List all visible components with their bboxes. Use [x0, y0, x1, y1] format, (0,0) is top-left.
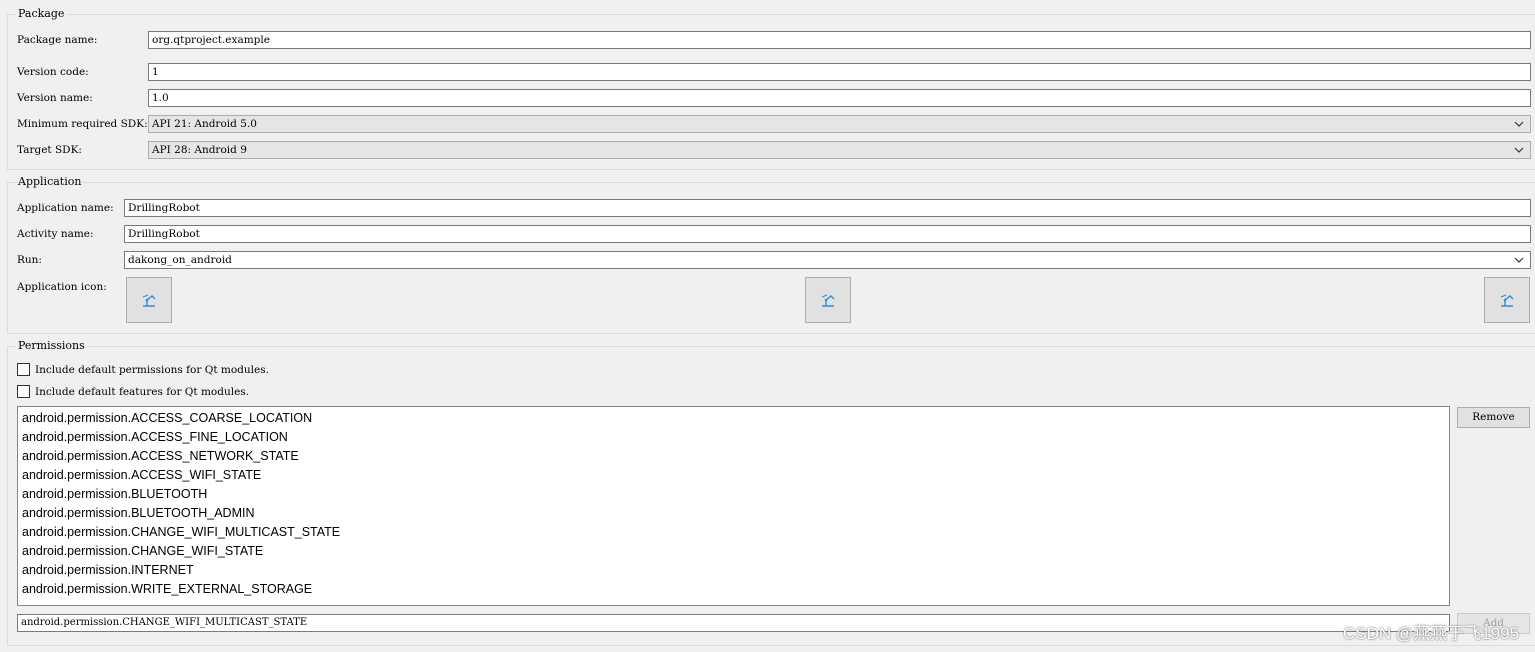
application-group-title: Application [16, 175, 84, 189]
activity-name-input[interactable]: DrillingRobot [124, 225, 1531, 243]
list-item[interactable]: android.permission.INTERNET [18, 561, 1449, 580]
include-features-label: Include default features for Qt modules. [35, 386, 250, 398]
version-name-label: Version name: [17, 92, 93, 104]
run-label: Run: [17, 254, 42, 266]
min-sdk-label: Minimum required SDK: [17, 118, 148, 130]
list-item[interactable]: android.permission.BLUETOOTH_ADMIN [18, 504, 1449, 523]
list-item[interactable]: android.permission.ACCESS_WIFI_STATE [18, 466, 1449, 485]
activity-name-label: Activity name: [17, 228, 94, 240]
robot-arm-icon [142, 294, 156, 307]
permissions-list[interactable]: android.permission.ACCESS_COARSE_LOCATIO… [17, 406, 1450, 606]
list-item[interactable]: android.permission.ACCESS_NETWORK_STATE [18, 447, 1449, 466]
version-name-input[interactable]: 1.0 [148, 89, 1531, 107]
include-features-checkbox[interactable] [17, 385, 30, 398]
remove-button[interactable]: Remove [1457, 407, 1530, 428]
list-item[interactable]: android.permission.ACCESS_COARSE_LOCATIO… [18, 409, 1449, 428]
list-item[interactable]: android.permission.CHANGE_WIFI_STATE [18, 542, 1449, 561]
app-name-label: Application name: [17, 202, 114, 214]
run-select[interactable]: dakong_on_android [124, 251, 1531, 269]
chevron-down-icon [1514, 121, 1524, 127]
new-permission-input[interactable]: android.permission.CHANGE_WIFI_MULTICAST… [17, 614, 1450, 632]
version-code-input[interactable]: 1 [148, 63, 1531, 81]
app-icon-label: Application icon: [17, 281, 107, 293]
version-code-label: Version code: [17, 66, 89, 78]
list-item[interactable]: android.permission.WRITE_EXTERNAL_STORAG… [18, 580, 1449, 599]
chevron-down-icon [1514, 257, 1524, 263]
robot-arm-icon [1500, 294, 1514, 307]
list-item[interactable]: android.permission.CHANGE_WIFI_MULTICAST… [18, 523, 1449, 542]
package-group-title: Package [16, 7, 67, 21]
package-name-label: Package name: [17, 34, 98, 46]
package-name-input[interactable]: org.qtproject.example [148, 31, 1531, 49]
app-name-input[interactable]: DrillingRobot [124, 199, 1531, 217]
target-sdk-label: Target SDK: [17, 144, 82, 156]
target-sdk-value: API 28: Android 9 [152, 144, 247, 156]
app-icon-ldpi-button[interactable] [126, 277, 172, 323]
min-sdk-value: API 21: Android 5.0 [152, 118, 257, 130]
watermark: CSDN @燕燕于飞1995 [1343, 624, 1519, 643]
app-icon-hdpi-button[interactable] [1484, 277, 1530, 323]
app-icon-mdpi-button[interactable] [805, 277, 851, 323]
permissions-group-title: Permissions [16, 339, 87, 353]
target-sdk-select[interactable]: API 28: Android 9 [148, 141, 1531, 159]
run-value: dakong_on_android [128, 254, 232, 266]
list-item[interactable]: android.permission.BLUETOOTH [18, 485, 1449, 504]
robot-arm-icon [821, 294, 835, 307]
include-permissions-label: Include default permissions for Qt modul… [35, 364, 269, 376]
chevron-down-icon [1514, 147, 1524, 153]
list-item[interactable]: android.permission.ACCESS_FINE_LOCATION [18, 428, 1449, 447]
include-permissions-checkbox[interactable] [17, 363, 30, 376]
min-sdk-select[interactable]: API 21: Android 5.0 [148, 115, 1531, 133]
